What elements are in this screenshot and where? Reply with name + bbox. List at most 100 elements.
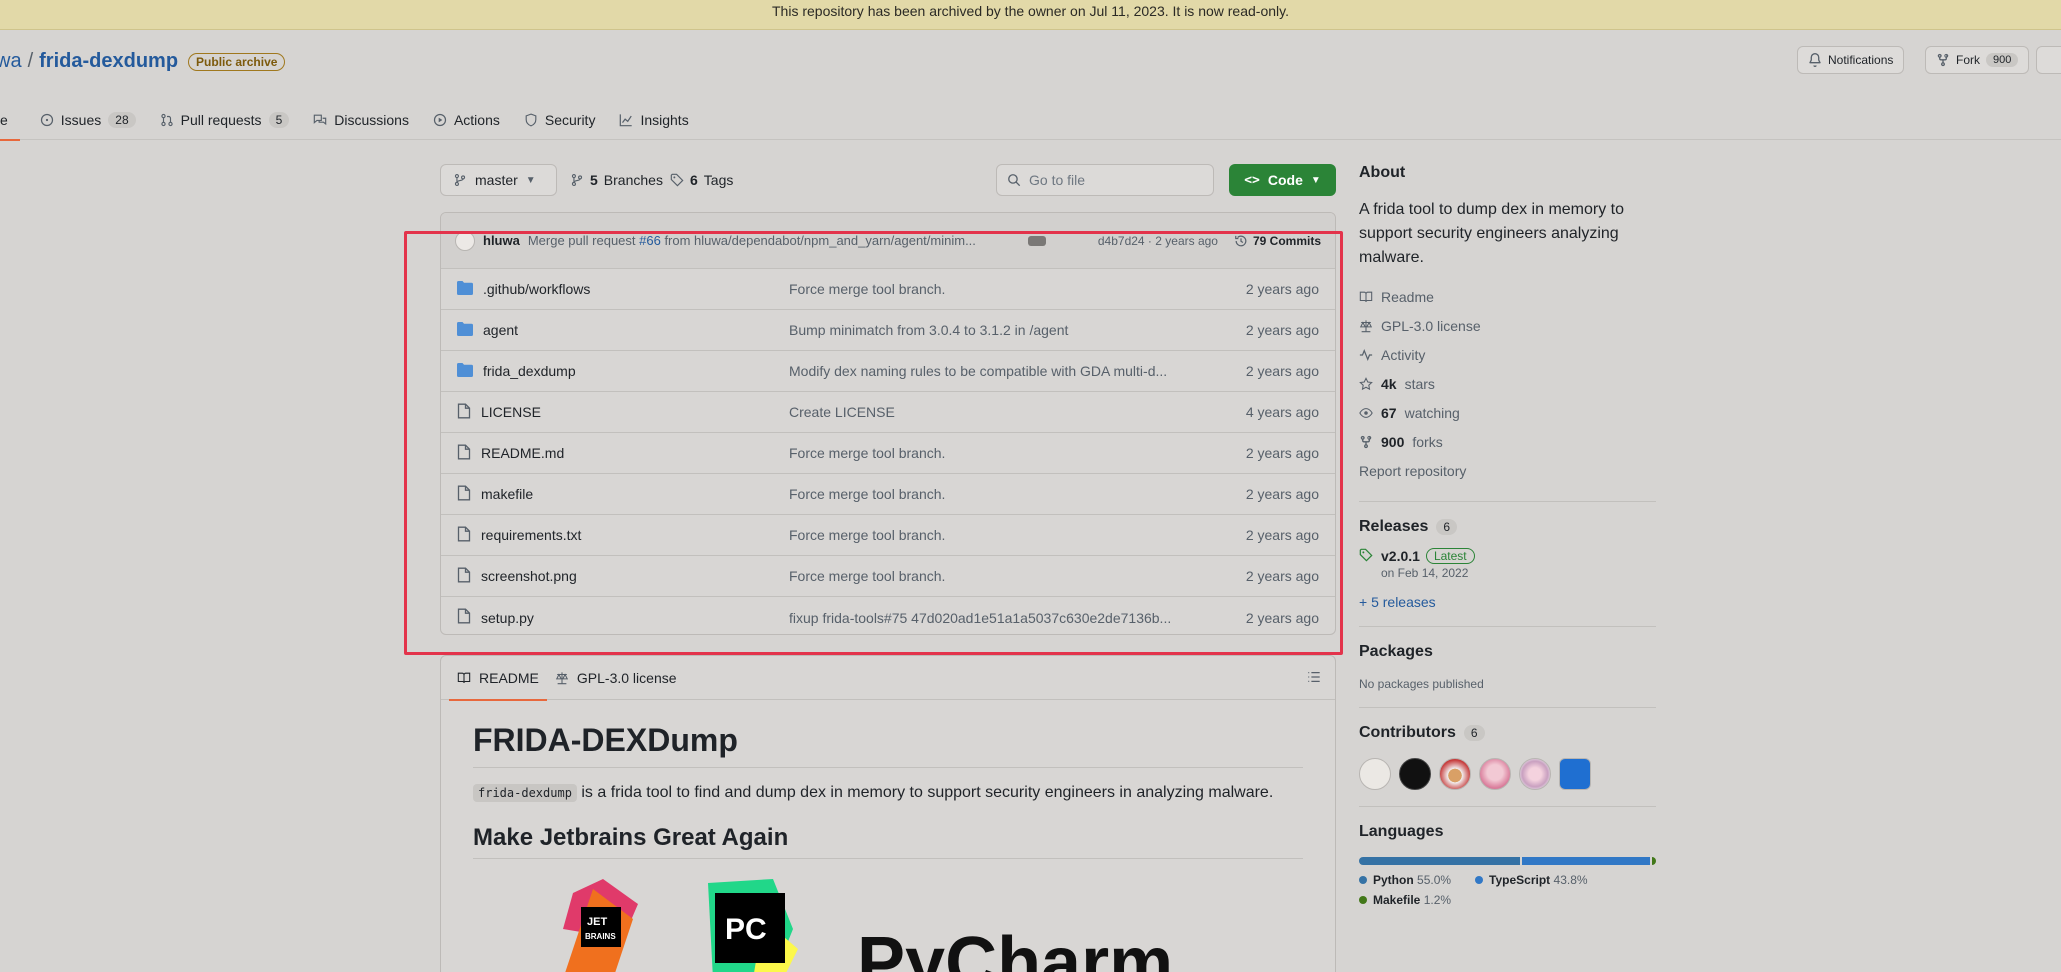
avatar[interactable] xyxy=(1559,758,1591,790)
table-row[interactable]: screenshot.png Force merge tool branch. 2 … xyxy=(441,556,1335,597)
about-title: About xyxy=(1359,164,1406,181)
commit-author[interactable]: hluwa xyxy=(483,233,520,248)
tab-insights[interactable]: Insights xyxy=(607,100,700,140)
avatar[interactable] xyxy=(455,230,475,251)
table-row[interactable]: makefile Force merge tool branch. 2 years … xyxy=(441,474,1335,515)
table-row[interactable]: setup.py fixup frida-tools#75 47d020ad1e5… xyxy=(441,597,1335,634)
repo-name-link[interactable]: frida-dexdump xyxy=(39,50,178,73)
branches-count: 5 xyxy=(590,172,598,188)
file-commit-message[interactable]: Modify dex naming rules to be compatible… xyxy=(789,363,1189,379)
law-icon xyxy=(555,671,569,685)
pr-link[interactable]: #66 xyxy=(639,233,661,248)
file-commit-message[interactable]: Force merge tool branch. xyxy=(789,527,1189,543)
readme-link[interactable]: Readme xyxy=(1359,282,1656,311)
branches-link[interactable]: 5 Branches xyxy=(570,164,663,196)
avatar[interactable] xyxy=(1359,758,1391,790)
language-item[interactable]: TypeScript 43.8% xyxy=(1475,873,1588,887)
file-name-link[interactable]: agent xyxy=(483,322,518,338)
tab-license[interactable]: GPL-3.0 license xyxy=(547,656,685,700)
contributors-title[interactable]: Contributors 6 xyxy=(1359,724,1656,742)
table-row[interactable]: README.md Force merge tool branch. 2 years… xyxy=(441,433,1335,474)
tab-pull-requests-label: Pull requests xyxy=(180,112,262,128)
file-commit-message[interactable]: Force merge tool branch. xyxy=(789,568,1189,584)
file-name-link[interactable]: setup.py xyxy=(481,610,534,626)
report-repository-link[interactable]: Report repository xyxy=(1359,456,1656,485)
table-row[interactable]: .github/workflows Force merge tool branch… xyxy=(441,269,1335,310)
commits-count: 79 Commits xyxy=(1252,233,1321,248)
repo-sidebar: About A frida tool to dump dex in memory… xyxy=(1359,164,1656,907)
tab-code[interactable]: e xyxy=(0,100,20,141)
go-to-file-input[interactable]: Go to file xyxy=(996,164,1214,196)
language-name: TypeScript xyxy=(1489,873,1551,887)
tab-discussions[interactable]: Discussions xyxy=(301,100,421,140)
file-name-link[interactable]: screenshot.png xyxy=(481,568,577,584)
star-dropdown-button[interactable] xyxy=(2036,46,2061,74)
readme-intro: frida-dexdump is a frida tool to find an… xyxy=(473,784,1303,802)
tab-security[interactable]: Security xyxy=(512,100,608,140)
file-name-link[interactable]: requirements.txt xyxy=(481,527,581,543)
table-row[interactable]: requirements.txt Force merge tool branch.… xyxy=(441,515,1335,556)
tab-readme[interactable]: README xyxy=(449,656,547,701)
file-icon xyxy=(457,567,471,586)
releases-title[interactable]: Releases 6 xyxy=(1359,518,1656,536)
fork-button[interactable]: Fork 900 xyxy=(1925,46,2030,74)
tag-icon xyxy=(670,173,684,187)
table-row[interactable]: LICENSE Create LICENSE 4 years ago xyxy=(441,392,1335,433)
code-button[interactable]: <> Code ▼ xyxy=(1229,164,1336,196)
more-releases-link[interactable]: + 5 releases xyxy=(1359,594,1656,610)
expand-commit-button[interactable] xyxy=(1027,235,1046,246)
languages-legend: Python 55.0% TypeScript 43.8% Makefile 1.2… xyxy=(1359,873,1656,907)
avatar[interactable] xyxy=(1479,758,1511,790)
stars-count: 4k xyxy=(1381,375,1397,392)
file-icon xyxy=(457,608,471,627)
outline-list-icon[interactable] xyxy=(1307,670,1321,684)
release-version[interactable]: v2.0.1 xyxy=(1381,548,1420,564)
tags-link[interactable]: 6 Tags xyxy=(670,164,733,196)
forks-link[interactable]: 900 forks xyxy=(1359,427,1656,456)
discussions-icon xyxy=(313,113,327,127)
tab-actions[interactable]: Actions xyxy=(421,100,512,140)
file-rows: .github/workflows Force merge tool branch… xyxy=(441,269,1335,634)
table-row[interactable]: agent Bump minimatch from 3.0.4 to 3.1.2 … xyxy=(441,310,1335,351)
table-row[interactable]: frida_dexdump Modify dex naming rules to … xyxy=(441,351,1335,392)
watchers-link[interactable]: 67 watching xyxy=(1359,398,1656,427)
file-commit-message[interactable]: fixup frida-tools#75 47d020ad1e51a1a5037… xyxy=(789,610,1189,626)
commits-link[interactable]: 79 Commits xyxy=(1234,234,1321,248)
branch-selector[interactable]: master ▼ xyxy=(440,164,557,196)
readme-panel: README GPL-3.0 license FRIDA-DEXDump fri… xyxy=(440,655,1336,972)
file-commit-message[interactable]: Force merge tool branch. xyxy=(789,486,1189,502)
activity-link[interactable]: Activity xyxy=(1359,340,1656,369)
avatar[interactable] xyxy=(1399,758,1431,790)
tab-pull-requests[interactable]: Pull requests 5 xyxy=(148,100,302,140)
file-commit-message[interactable]: Create LICENSE xyxy=(789,404,1189,420)
commit-hash-age[interactable]: d4b7d24 · 2 years ago xyxy=(1098,234,1218,248)
play-icon xyxy=(433,113,447,127)
stars-label: stars xyxy=(1404,375,1435,392)
contributors-avatars xyxy=(1359,758,1656,790)
file-commit-message[interactable]: Force merge tool branch. xyxy=(789,281,1189,297)
file-name-link[interactable]: frida_dexdump xyxy=(483,363,576,379)
file-name-link[interactable]: makefile xyxy=(481,486,533,502)
file-commit-message[interactable]: Bump minimatch from 3.0.4 to 3.1.2 in /a… xyxy=(789,322,1189,338)
commit-message[interactable]: Merge pull request #66 from hluwa/depend… xyxy=(528,233,1016,248)
file-commit-message[interactable]: Force merge tool branch. xyxy=(789,445,1189,461)
packages-title[interactable]: Packages xyxy=(1359,643,1656,661)
code-brackets-icon: <> xyxy=(1244,172,1260,188)
tags-count: 6 xyxy=(690,172,698,188)
license-link[interactable]: GPL-3.0 license xyxy=(1359,311,1656,340)
language-item[interactable]: Python 55.0% xyxy=(1359,873,1451,887)
tab-issues[interactable]: Issues 28 xyxy=(20,100,148,140)
repo-owner-link[interactable]: wa xyxy=(0,50,22,73)
readme-intro-text: is a frida tool to find and dump dex in … xyxy=(576,784,1274,801)
notifications-button[interactable]: Notifications xyxy=(1797,46,1905,74)
file-name-link[interactable]: .github/workflows xyxy=(483,281,590,297)
releases-title-label: Releases xyxy=(1359,518,1429,535)
tab-readme-label: README xyxy=(479,669,539,686)
file-name-link[interactable]: LICENSE xyxy=(481,404,541,420)
avatar[interactable] xyxy=(1439,758,1471,790)
avatar[interactable] xyxy=(1519,758,1551,790)
latest-release[interactable]: v2.0.1 Latest on Feb 14, 2022 xyxy=(1359,548,1656,580)
file-name-link[interactable]: README.md xyxy=(481,445,564,461)
stars-link[interactable]: 4k stars xyxy=(1359,369,1656,398)
language-item[interactable]: Makefile 1.2% xyxy=(1359,893,1451,907)
